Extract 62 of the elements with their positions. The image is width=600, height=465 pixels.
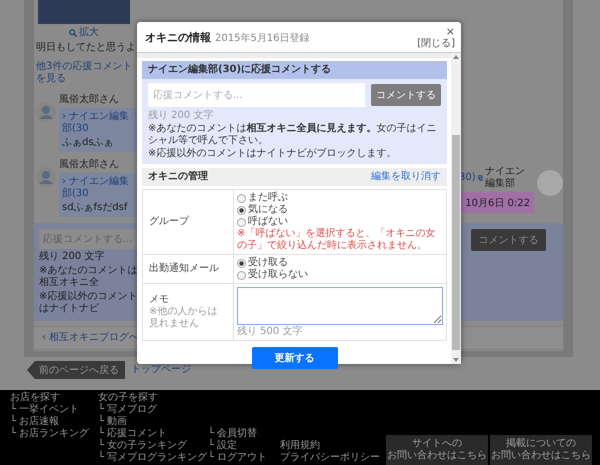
- footer-link[interactable]: └ ログアウト: [208, 452, 268, 464]
- footer-link[interactable]: 女の子を探す: [98, 392, 158, 404]
- radio-button[interactable]: [237, 206, 246, 215]
- footer-link[interactable]: └ 写メブログランキング: [98, 452, 208, 464]
- remaining-count: 残り 200 文字: [39, 251, 106, 263]
- contact-button[interactable]: サイトへの お問い合わせはこちら: [386, 435, 488, 465]
- comment-author: 風俗太郎さん: [59, 94, 120, 106]
- update-button[interactable]: 更新する: [252, 347, 338, 370]
- comment-author: ナイエン編集部: [485, 166, 526, 190]
- footer-link[interactable]: └ お店ランキング: [10, 428, 90, 440]
- footer-link[interactable]: └ 一挙イベント: [10, 404, 80, 416]
- radio-button[interactable]: [237, 270, 246, 280]
- footer-link[interactable]: 利用規約: [280, 440, 320, 452]
- scrollbar[interactable]: [451, 53, 461, 364]
- footer-link[interactable]: プライバシーポリシー: [280, 452, 380, 464]
- note-text: ※あなたのコメントは相互オキニ全: [39, 265, 138, 289]
- close-button[interactable]: × [閉じる]: [417, 26, 455, 50]
- memo-textarea[interactable]: [237, 287, 443, 326]
- comment-input[interactable]: 応援コメントする...: [148, 83, 365, 108]
- radio-button[interactable]: [237, 258, 246, 268]
- radio-label[interactable]: 呼ばない: [248, 216, 288, 228]
- post-text: 明日もしてたと思うよ: [36, 42, 137, 54]
- contact-button[interactable]: 掲載についての お問い合わせはこちら: [490, 435, 592, 465]
- footer-link[interactable]: お店を探す: [10, 392, 60, 404]
- footer-link[interactable]: └ 写メブログ: [98, 404, 158, 416]
- scroll-up-icon[interactable]: [453, 54, 459, 60]
- row-sublabel: ※他の人からは見れません: [149, 306, 218, 330]
- back-button[interactable]: 前のページへ戻る: [27, 361, 125, 379]
- comment-text: sdふぁfsだdsf: [62, 202, 129, 214]
- radio-button[interactable]: [237, 194, 246, 203]
- footer-link[interactable]: └ 動画: [98, 416, 128, 428]
- radio-label[interactable]: 受け取らない: [248, 269, 308, 282]
- row-label: グループ: [149, 216, 190, 228]
- footer-link[interactable]: └ 会員切替: [208, 428, 258, 440]
- comment-button[interactable]: コメントする: [371, 84, 441, 106]
- footer-link[interactable]: └ お店速報: [10, 416, 60, 428]
- footer-link[interactable]: └ 設定: [208, 440, 238, 452]
- radio-button[interactable]: [237, 218, 246, 227]
- comment-text: ふぁdsふぁ: [62, 137, 115, 149]
- row-label: 出勤通知メール: [149, 263, 220, 276]
- footer-link[interactable]: └ 女の子ランキング: [98, 440, 188, 452]
- note-text: ※あなたのコメントは相互オキニ全員に見えます。女の子はイニシャル等で呼んで下さい。: [148, 123, 438, 148]
- magnifier-icon: [69, 29, 77, 37]
- radio-label[interactable]: 気になる: [248, 204, 288, 216]
- warning-text: ※「呼ばない」を選択すると、「オキニの女の子」で絞り込んだ時に表示されません。: [237, 228, 436, 252]
- swap-icon: [478, 174, 484, 182]
- remaining-count: 残り 500 文字: [237, 326, 304, 338]
- row-label: メモ: [149, 294, 170, 306]
- modal-title: オキニの情報: [145, 30, 211, 44]
- section-heading: ナイエン編集部(30)に応援コメントする: [142, 61, 447, 80]
- cancel-edit-link[interactable]: 編集を取り消す: [371, 171, 441, 184]
- registered-date: 2015年5月16日登録: [215, 32, 310, 44]
- comment-time: 10月6日 0:22: [465, 198, 530, 209]
- section-heading: オキニの管理: [148, 171, 208, 184]
- footer-link[interactable]: └ 応援コメント: [98, 428, 168, 440]
- avatar-placeholder: [537, 170, 563, 196]
- radio-label[interactable]: また呼ぶ: [248, 192, 288, 204]
- comment-author: 風俗太郎さん: [59, 159, 120, 171]
- remaining-count: 残り 200 文字: [148, 110, 214, 122]
- note-text: ※応援以外のコメントはナイトナビがブロックします。: [148, 148, 398, 160]
- radio-label[interactable]: 受け取る: [248, 257, 288, 270]
- note-text: ※応援以外のコメントはナイトナビ: [39, 291, 138, 315]
